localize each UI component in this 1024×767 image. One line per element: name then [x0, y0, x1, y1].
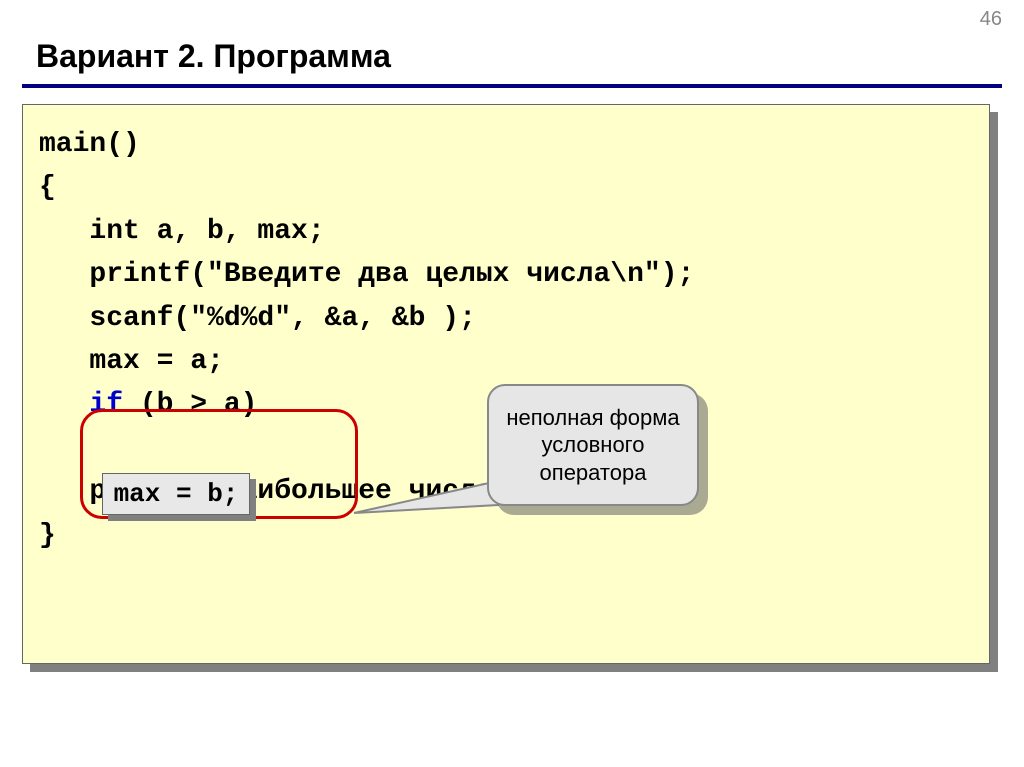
callout-box: неполная форма условного оператора — [487, 384, 699, 506]
code-line-5: scanf("%d%d", &a, &b ); — [39, 297, 973, 340]
slide-title: Вариант 2. Программа — [36, 38, 391, 75]
code-line-2: { — [39, 166, 973, 209]
title-underline — [22, 84, 1002, 88]
page-number: 46 — [980, 8, 1002, 31]
callout-text: неполная форма условного оператора — [495, 404, 691, 487]
maxb-box: max = b; — [102, 473, 250, 515]
code-indent — [39, 389, 89, 420]
code-line-4: printf("Введите два целых числа\n"); — [39, 253, 973, 296]
code-line-3: int a, b, max; — [39, 210, 973, 253]
code-line-6: max = a; — [39, 340, 973, 383]
code-line-1: main() — [39, 123, 973, 166]
